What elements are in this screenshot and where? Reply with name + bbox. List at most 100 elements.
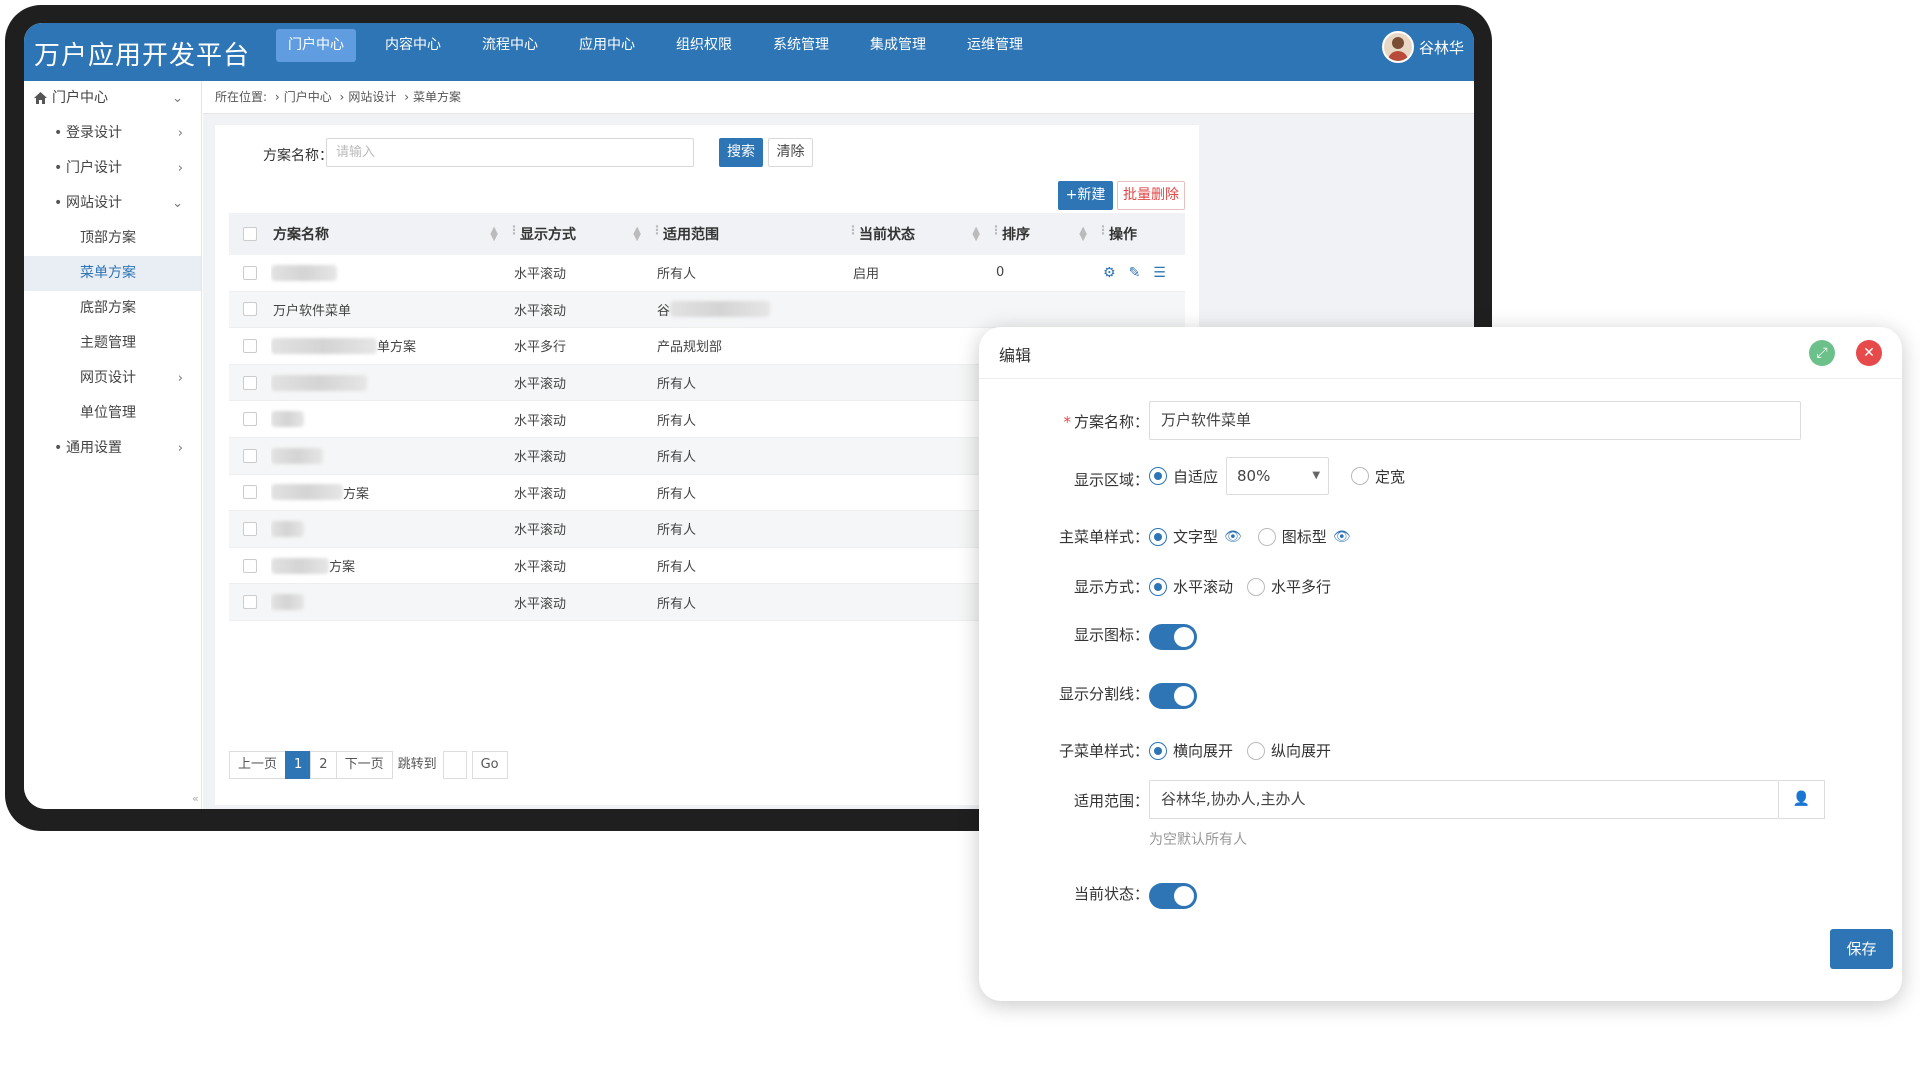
sort-icon[interactable]: ▲ ▼ (1079, 226, 1087, 243)
row-checkbox[interactable] (243, 485, 257, 500)
cell-name (271, 365, 506, 401)
sidebar-header-portal[interactable]: 门户中心 ⌄ (24, 81, 201, 116)
breadcrumb-item[interactable]: 网站设计 (348, 90, 396, 104)
chevron-right-icon: › (274, 90, 280, 104)
grip-icon[interactable]: ⋮ (990, 224, 1002, 236)
select-all-checkbox[interactable] (243, 227, 257, 241)
clear-button[interactable]: 清除 (768, 138, 813, 167)
row-checkbox[interactable] (243, 595, 257, 610)
sort-icon[interactable]: ▲ ▼ (633, 226, 641, 243)
top-nav: 门户中心 内容中心 流程中心 应用中心 组织权限 系统管理 集成管理 运维管理 (276, 29, 1052, 62)
submenu-horizontal-radio[interactable] (1149, 741, 1167, 760)
nav-item-system[interactable]: 系统管理 (761, 29, 841, 62)
grip-icon[interactable]: ⋮ (651, 224, 663, 236)
sidebar-item-unit[interactable]: 单位管理 (24, 396, 201, 431)
redacted-text (271, 411, 304, 428)
sidebar-item-page-design[interactable]: 网页设计 › (24, 361, 201, 396)
mode-multiline-radio[interactable] (1247, 577, 1266, 596)
sort-icon[interactable]: ▲ ▼ (490, 226, 498, 243)
sidebar-item-top-scheme[interactable]: 顶部方案 (24, 221, 201, 256)
show-divider-toggle[interactable] (1149, 683, 1197, 709)
jump-page-input[interactable] (442, 751, 467, 779)
sidebar-item-login-design[interactable]: • 登录设计 › (24, 116, 201, 151)
area-width-select[interactable]: 80% ▼ (1226, 457, 1330, 495)
col-header-scope[interactable]: ⋮ 适用范围 (649, 213, 845, 255)
row-checkbox[interactable] (243, 338, 257, 353)
scope-label: 适用范围： (1073, 792, 1149, 810)
row-checkbox[interactable] (243, 448, 257, 463)
style-icon-radio[interactable] (1257, 527, 1276, 546)
sidebar-item-theme[interactable]: 主题管理 (24, 326, 201, 361)
select-all-checkbox-cell[interactable] (229, 213, 271, 255)
search-button[interactable]: 搜索 (719, 138, 763, 167)
mode-scroll-radio[interactable] (1149, 577, 1167, 596)
col-header-status[interactable]: ⋮ 当前状态 ▲ ▼ (845, 213, 988, 255)
search-label: 方案名称： (263, 148, 333, 164)
nav-item-apps[interactable]: 应用中心 (567, 29, 647, 62)
avatar[interactable] (1381, 31, 1414, 63)
gear-icon[interactable]: ⚙ (1103, 265, 1116, 281)
status-toggle[interactable] (1149, 883, 1197, 909)
search-input[interactable]: 请输入 (326, 138, 694, 167)
cell-name: 万户软件菜单 (273, 303, 352, 319)
row-checkbox[interactable] (243, 302, 257, 317)
go-button[interactable]: Go (471, 751, 508, 779)
scheme-name-input[interactable]: 万户软件菜单 (1149, 401, 1801, 440)
row-checkbox[interactable] (243, 412, 257, 427)
row-checkbox[interactable] (243, 558, 257, 573)
area-fixed-radio[interactable] (1351, 467, 1370, 485)
eye-icon[interactable]: 👁 (1224, 529, 1242, 545)
close-icon[interactable]: ✕ (1856, 340, 1882, 366)
chevron-right-icon: › (339, 90, 345, 104)
row-checkbox[interactable] (243, 521, 257, 536)
grip-icon[interactable]: ⋮ (1097, 224, 1109, 236)
nav-item-integration[interactable]: 集成管理 (858, 29, 938, 62)
grip-icon[interactable]: ⋮ (508, 224, 520, 236)
nav-item-ops[interactable]: 运维管理 (955, 29, 1035, 62)
row-checkbox[interactable] (243, 265, 257, 280)
expand-icon[interactable]: ⤢ (1809, 340, 1835, 366)
cell-name: 方案 (271, 548, 506, 584)
nav-item-workflow[interactable]: 流程中心 (470, 29, 550, 62)
nav-item-portal[interactable]: 门户中心 (276, 29, 356, 62)
breadcrumb-item[interactable]: 门户中心 (284, 90, 332, 104)
page-button-2[interactable]: 2 (310, 751, 337, 779)
col-header-mode[interactable]: ⋮ 显示方式 ▲ ▼ (506, 213, 649, 255)
page-button-1[interactable]: 1 (285, 751, 312, 779)
user-menu[interactable]: 谷林华 (1381, 31, 1464, 63)
table-row[interactable]: 水平滚动 所有人 启用 0 ⚙ ✎ ☰ (229, 255, 1185, 292)
area-adaptive-radio[interactable] (1149, 467, 1167, 485)
top-bar: 万户应用开发平台 门户中心 内容中心 流程中心 应用中心 组织权限 系统管理 集… (24, 23, 1474, 81)
list-icon[interactable]: ☰ (1153, 265, 1166, 281)
cell-mode: 水平滚动 (514, 303, 567, 319)
style-text-radio[interactable] (1149, 527, 1167, 546)
sidebar-item-site-design[interactable]: • 网站设计 ⌄ (24, 186, 201, 221)
grip-icon[interactable]: ⋮ (847, 224, 859, 236)
scope-textarea[interactable]: 谷林华,协办人,主办人 (1149, 780, 1779, 819)
eye-icon[interactable]: 👁 (1333, 529, 1351, 545)
show-icon-toggle[interactable] (1149, 624, 1197, 650)
nav-item-org[interactable]: 组织权限 (664, 29, 744, 62)
sidebar-item-portal-design[interactable]: • 门户设计 › (24, 151, 201, 186)
user-picker-icon[interactable]: 👤 (1779, 780, 1825, 819)
user-name: 谷林华 (1418, 38, 1464, 57)
submenu-vertical-label: 纵向展开 (1271, 742, 1332, 760)
col-header-order[interactable]: ⋮ 排序 ▲ ▼ (988, 213, 1095, 255)
sidebar-item-footer-scheme[interactable]: 底部方案 (24, 291, 201, 326)
sidebar-item-menu-scheme[interactable]: 菜单方案 (24, 256, 201, 291)
prev-page-button[interactable]: 上一页 (229, 751, 287, 779)
save-button[interactable]: 保存 (1830, 929, 1893, 969)
submenu-vertical-radio[interactable] (1247, 741, 1266, 760)
next-page-button[interactable]: 下一页 (335, 751, 393, 779)
collapse-sidebar-icon[interactable]: « (192, 792, 199, 805)
col-header-name[interactable]: 方案名称 ▲ ▼ (271, 213, 506, 255)
table-row[interactable]: 万户软件菜单 水平滚动 谷 (229, 291, 1185, 329)
sort-icon[interactable]: ▲ ▼ (972, 226, 980, 243)
edit-icon[interactable]: ✎ (1129, 265, 1141, 281)
area-radio-group: 自适应 80% ▼ 定宽 (1149, 457, 1405, 495)
new-button[interactable]: +新建 (1058, 181, 1113, 210)
row-checkbox[interactable] (243, 375, 257, 390)
sidebar-item-general[interactable]: • 通用设置 › (24, 431, 201, 466)
batch-delete-button[interactable]: 批量删除 (1117, 181, 1185, 210)
nav-item-content[interactable]: 内容中心 (373, 29, 453, 62)
